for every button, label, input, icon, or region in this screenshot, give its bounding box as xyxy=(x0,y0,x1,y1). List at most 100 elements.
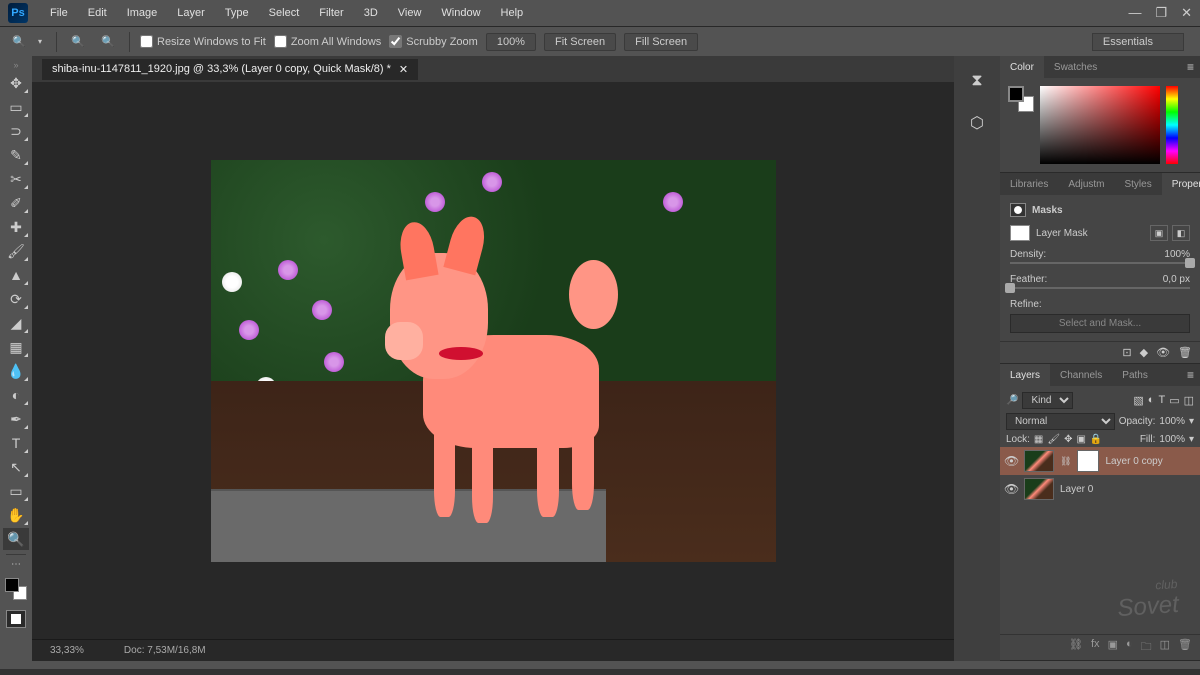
layers-tab[interactable]: Layers xyxy=(1000,364,1050,386)
quick-mask-toggle[interactable] xyxy=(6,610,26,628)
menu-window[interactable]: Window xyxy=(431,7,490,19)
channels-tab[interactable]: Channels xyxy=(1050,364,1112,386)
mask-thumbnail[interactable] xyxy=(1077,450,1099,472)
layer-thumbnail[interactable] xyxy=(1024,478,1054,500)
link-icon[interactable]: ⛓ xyxy=(1060,456,1071,467)
lock-artboard-icon[interactable]: ▣ xyxy=(1076,434,1085,445)
new-layer-icon[interactable]: ◫ xyxy=(1160,638,1170,657)
layer-row[interactable]: 👁 ⛓ Layer 0 copy xyxy=(1000,447,1200,475)
apply-mask-icon[interactable]: ◆ xyxy=(1140,346,1148,359)
maximize-icon[interactable]: ❐ xyxy=(1155,5,1167,21)
blend-mode-dropdown[interactable]: Normal xyxy=(1006,413,1115,430)
mask-thumbnail[interactable] xyxy=(1010,225,1030,241)
group-icon[interactable]: 🗀 xyxy=(1141,638,1152,657)
color-field[interactable] xyxy=(1040,86,1160,164)
load-selection-icon[interactable]: ⊡ xyxy=(1122,346,1131,359)
vector-mask-icon[interactable]: ◧ xyxy=(1172,225,1190,241)
delete-layer-icon[interactable]: 🗑 xyxy=(1178,638,1192,657)
stamp-tool[interactable]: ▲ xyxy=(3,264,29,286)
density-slider[interactable] xyxy=(1010,262,1190,264)
color-tab[interactable]: Color xyxy=(1000,56,1044,78)
edit-toolbar-icon[interactable]: ⋯ xyxy=(11,559,21,570)
minimize-icon[interactable]: — xyxy=(1128,5,1141,21)
zoom-100-button[interactable]: 100% xyxy=(486,33,536,51)
panel-menu-icon[interactable]: ≡ xyxy=(1181,368,1200,382)
eyedropper-tool[interactable]: ✐ xyxy=(3,192,29,214)
feather-slider[interactable] xyxy=(1010,287,1190,289)
filter-pixel-icon[interactable]: ▧ xyxy=(1133,394,1143,407)
pen-tool[interactable]: ✒ xyxy=(3,408,29,430)
fill-screen-button[interactable]: Fill Screen xyxy=(624,33,698,51)
menu-3d[interactable]: 3D xyxy=(354,7,388,19)
crop-tool[interactable]: ✂ xyxy=(3,168,29,190)
move-tool[interactable]: ✥ xyxy=(3,72,29,94)
path-select-tool[interactable]: ↖ xyxy=(3,456,29,478)
menu-edit[interactable]: Edit xyxy=(78,7,117,19)
select-and-mask-button[interactable]: Select and Mask... xyxy=(1010,314,1190,333)
dodge-tool[interactable]: ◐ xyxy=(3,384,29,406)
type-tool[interactable]: T xyxy=(3,432,29,454)
lock-all-icon[interactable]: 🔒 xyxy=(1090,434,1102,445)
menu-help[interactable]: Help xyxy=(491,7,534,19)
eraser-tool[interactable]: ◢ xyxy=(3,312,29,334)
doc-size-status[interactable]: Doc: 7,53M/16,8M xyxy=(124,645,206,656)
history-brush-tool[interactable]: ⟳ xyxy=(3,288,29,310)
zoom-out-icon[interactable]: 🔍 xyxy=(97,31,119,53)
zoom-tool[interactable]: 🔍 xyxy=(3,528,29,550)
canvas-viewport[interactable] xyxy=(32,82,954,639)
marquee-tool[interactable]: ▭ xyxy=(3,96,29,118)
filter-adjust-icon[interactable]: ◐ xyxy=(1148,394,1155,407)
color-fg-bg-swatch[interactable] xyxy=(1008,86,1034,112)
quick-select-tool[interactable]: ✎ xyxy=(3,144,29,166)
layer-thumbnail[interactable] xyxy=(1024,450,1054,472)
document-tab[interactable]: shiba-inu-1147811_1920.jpg @ 33,3% (Laye… xyxy=(42,59,418,80)
menu-view[interactable]: View xyxy=(388,7,432,19)
blur-tool[interactable]: 💧 xyxy=(3,360,29,382)
libraries-tab[interactable]: Libraries xyxy=(1000,173,1058,195)
menu-filter[interactable]: Filter xyxy=(309,7,353,19)
lock-transparency-icon[interactable]: ▦ xyxy=(1034,434,1043,445)
paths-tab[interactable]: Paths xyxy=(1112,364,1158,386)
lock-pixels-icon[interactable]: 🖌 xyxy=(1047,434,1060,445)
feather-value[interactable]: 0,0 px xyxy=(1163,274,1190,285)
panel-menu-icon[interactable]: ≡ xyxy=(1181,60,1200,74)
adjustments-tab[interactable]: Adjustm xyxy=(1058,173,1114,195)
layer-row[interactable]: 👁 Layer 0 xyxy=(1000,475,1200,503)
menu-layer[interactable]: Layer xyxy=(167,7,215,19)
close-icon[interactable]: ✕ xyxy=(1181,5,1192,21)
zoom-all-checkbox[interactable]: Zoom All Windows xyxy=(274,35,381,48)
visibility-icon[interactable]: 👁 xyxy=(1004,454,1018,468)
tool-preset-dropdown[interactable]: ▾ xyxy=(38,37,46,46)
lock-position-icon[interactable]: ✥ xyxy=(1064,434,1072,445)
layer-fx-icon[interactable]: fx xyxy=(1091,638,1100,657)
menu-file[interactable]: File xyxy=(40,7,78,19)
workspace-dropdown[interactable]: Essentials xyxy=(1092,33,1184,51)
lasso-tool[interactable]: ⊃ xyxy=(3,120,29,142)
layer-name[interactable]: Layer 0 xyxy=(1060,484,1093,495)
shape-tool[interactable]: ▭ xyxy=(3,480,29,502)
delete-mask-icon[interactable]: 🗑 xyxy=(1178,346,1192,359)
visibility-icon[interactable]: 👁 xyxy=(1004,482,1018,496)
close-tab-icon[interactable]: ✕ xyxy=(399,63,408,76)
pixel-mask-icon[interactable]: ▣ xyxy=(1150,225,1168,241)
link-layers-icon[interactable]: ⛓ xyxy=(1069,638,1083,657)
hue-slider[interactable] xyxy=(1166,86,1178,164)
menu-type[interactable]: Type xyxy=(215,7,259,19)
adjustment-layer-icon[interactable]: ◐ xyxy=(1126,638,1133,657)
filter-type-icon[interactable]: T xyxy=(1158,394,1165,407)
resize-windows-checkbox[interactable]: Resize Windows to Fit xyxy=(140,35,266,48)
filter-shape-icon[interactable]: ▭ xyxy=(1169,394,1179,407)
gradient-tool[interactable]: ▦ xyxy=(3,336,29,358)
swatches-tab[interactable]: Swatches xyxy=(1044,56,1107,78)
styles-tab[interactable]: Styles xyxy=(1114,173,1161,195)
filter-smart-icon[interactable]: ◫ xyxy=(1184,394,1194,407)
3d-panel-icon[interactable]: ⬡ xyxy=(966,112,988,134)
menu-image[interactable]: Image xyxy=(117,7,168,19)
layer-name[interactable]: Layer 0 copy xyxy=(1105,456,1162,467)
properties-tab[interactable]: Properties xyxy=(1162,173,1200,195)
foreground-background-swatch[interactable] xyxy=(3,576,29,602)
history-panel-icon[interactable]: ⧗ xyxy=(966,70,988,92)
disable-mask-icon[interactable]: 👁 xyxy=(1156,346,1170,359)
zoom-in-icon[interactable]: 🔍 xyxy=(67,31,89,53)
tool-preset-icon[interactable]: 🔍 xyxy=(8,31,30,53)
